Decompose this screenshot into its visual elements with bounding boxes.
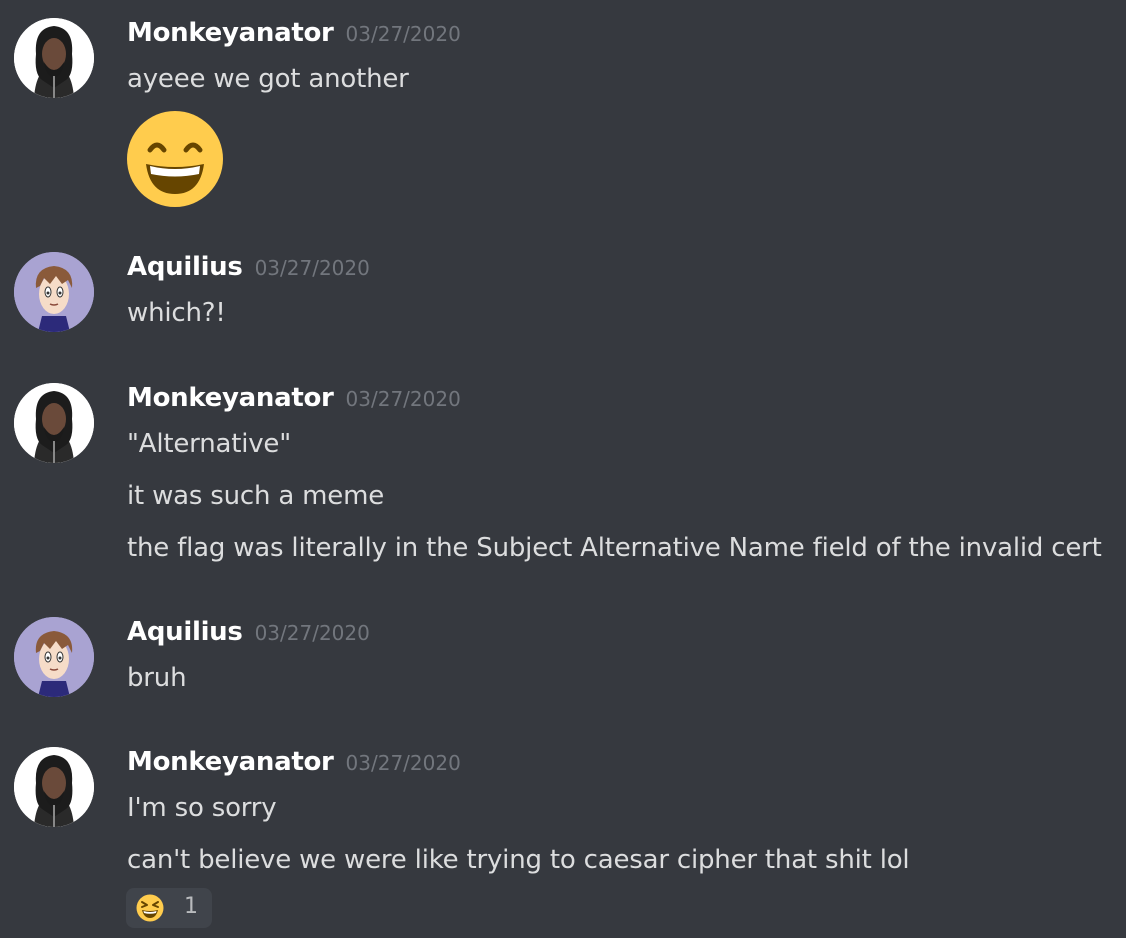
message-text: which?! [127, 298, 226, 328]
reaction-count: 1 [184, 894, 198, 919]
message-header: Aquilius 03/27/2020 [127, 617, 370, 657]
message-text: can't believe we were like trying to cae… [127, 845, 910, 875]
message-text: I'm so sorry [127, 793, 277, 823]
chat-message-list: Monkeyanator 03/27/2020 ayeee we got anot… [0, 0, 1126, 938]
aquilius-avatar[interactable] [14, 617, 94, 697]
username[interactable]: Aquilius [127, 252, 243, 282]
timestamp: 03/27/2020 [254, 621, 370, 645]
message-text: it was such a meme [127, 481, 384, 511]
monkeyanator-avatar[interactable] [14, 18, 94, 98]
message-header: Monkeyanator 03/27/2020 [127, 18, 461, 58]
message-group: Monkeyanator 03/27/2020 "Alternative" it … [0, 383, 1126, 583]
grinning-smiling-eyes-emoji[interactable] [126, 110, 224, 212]
timestamp: 03/27/2020 [345, 22, 461, 46]
laughing-emoji [136, 894, 164, 926]
message-text: "Alternative" [127, 429, 291, 459]
username[interactable]: Monkeyanator [127, 383, 334, 413]
message-group: Aquilius 03/27/2020 which?! [0, 252, 1126, 342]
reaction-button[interactable]: 1 [126, 888, 212, 928]
message-text: bruh [127, 663, 187, 693]
username[interactable]: Monkeyanator [127, 747, 334, 777]
message-header: Monkeyanator 03/27/2020 [127, 747, 461, 787]
timestamp: 03/27/2020 [345, 387, 461, 411]
message-text: ayeee we got another [127, 64, 409, 94]
username[interactable]: Aquilius [127, 617, 243, 647]
message-header: Aquilius 03/27/2020 [127, 252, 370, 292]
message-group: Aquilius 03/27/2020 bruh [0, 617, 1126, 707]
message-group: Monkeyanator 03/27/2020 ayeee we got anot… [0, 18, 1126, 218]
monkeyanator-avatar[interactable] [14, 747, 94, 827]
message-header: Monkeyanator 03/27/2020 [127, 383, 461, 423]
timestamp: 03/27/2020 [254, 256, 370, 280]
message-text: the flag was literally in the Subject Al… [127, 533, 1102, 563]
monkeyanator-avatar[interactable] [14, 383, 94, 463]
message-group: Monkeyanator 03/27/2020 I'm so sorry can'… [0, 747, 1126, 932]
timestamp: 03/27/2020 [345, 751, 461, 775]
username[interactable]: Monkeyanator [127, 18, 334, 48]
aquilius-avatar[interactable] [14, 252, 94, 332]
